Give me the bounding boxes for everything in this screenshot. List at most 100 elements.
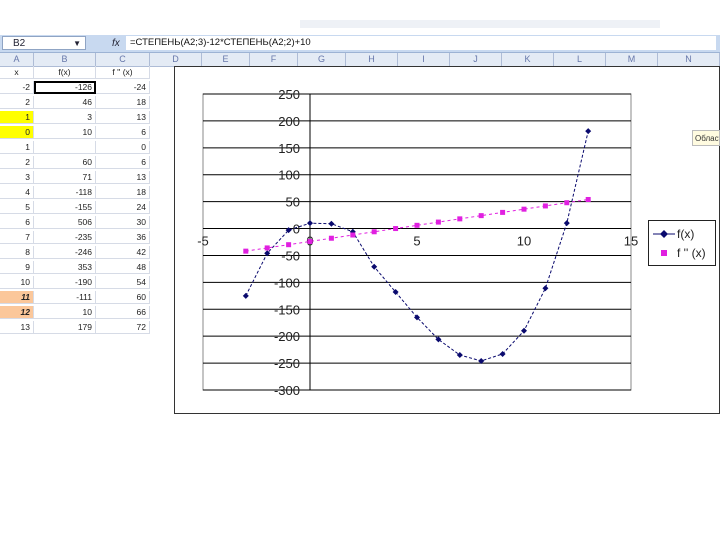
- table-cell[interactable]: 8: [0, 246, 34, 259]
- legend-item-f: f(x): [653, 226, 694, 242]
- table-cell[interactable]: 11: [0, 291, 34, 304]
- column-header-g[interactable]: G: [298, 53, 346, 66]
- table-cell[interactable]: 13: [96, 111, 150, 124]
- column-headers: ABCDEFGHIJKLMN: [0, 53, 720, 67]
- y-tick-label: -300: [274, 383, 300, 398]
- formula-bar: B2 ▼ fx =СТЕПЕНЬ(A2;3)-12*СТЕПЕНЬ(A2;2)+…: [0, 35, 720, 53]
- series-fpp-point: [542, 203, 548, 209]
- series-fpp-point: [500, 209, 506, 215]
- column-header-c[interactable]: C: [96, 53, 150, 66]
- column-header-f[interactable]: F: [250, 53, 298, 66]
- table-cell[interactable]: 18: [96, 96, 150, 109]
- table-cell[interactable]: 7: [0, 231, 34, 244]
- table-cell[interactable]: 2: [0, 156, 34, 169]
- column-header-j[interactable]: J: [450, 53, 502, 66]
- table-cell[interactable]: 60: [34, 156, 96, 169]
- table-cell[interactable]: 24: [96, 201, 150, 214]
- table-cell[interactable]: -2: [0, 81, 34, 94]
- table-cell[interactable]: 2: [0, 96, 34, 109]
- table-cell[interactable]: 4: [0, 186, 34, 199]
- table-cell[interactable]: 66: [96, 306, 150, 319]
- series-fpp-point: [585, 196, 591, 202]
- table-cell[interactable]: -111: [34, 291, 96, 304]
- formula-input[interactable]: =СТЕПЕНЬ(A2;3)-12*СТЕПЕНЬ(A2;2)+10: [126, 36, 716, 50]
- table-cell[interactable]: -235: [34, 231, 96, 244]
- fx-icon[interactable]: fx: [112, 36, 120, 51]
- toolbar-ghost: [300, 20, 660, 28]
- table-cell[interactable]: 48: [96, 261, 150, 274]
- column-header-d[interactable]: D: [150, 53, 202, 66]
- table-cell[interactable]: 0: [0, 126, 34, 139]
- series-fpp-point: [414, 222, 420, 228]
- series-fpp-point: [350, 232, 356, 238]
- table-cell[interactable]: 0: [96, 141, 150, 154]
- table-cell[interactable]: 9: [0, 261, 34, 274]
- table-cell[interactable]: 353: [34, 261, 96, 274]
- table-cell[interactable]: 54: [96, 276, 150, 289]
- table-cell[interactable]: 5: [0, 201, 34, 214]
- table-cell[interactable]: 12: [0, 306, 34, 319]
- chart-area[interactable]: 250 200 150 100 50 0 -50 -100 -150 -200 -250 -300 -5…: [174, 66, 720, 414]
- series-fpp-point: [264, 245, 270, 251]
- y-tick-label: 50: [286, 195, 300, 210]
- table-cell[interactable]: -246: [34, 246, 96, 259]
- table-cell[interactable]: 13: [96, 171, 150, 184]
- table-cell[interactable]: 1: [0, 141, 34, 154]
- column-header-k[interactable]: K: [502, 53, 554, 66]
- series-fpp-point: [393, 226, 399, 232]
- chevron-down-icon[interactable]: ▼: [73, 37, 81, 51]
- table-cell[interactable]: 46: [34, 96, 96, 109]
- table-cell[interactable]: 3: [34, 111, 96, 124]
- header-cell[interactable]: f(x): [34, 66, 96, 79]
- column-header-a[interactable]: A: [0, 53, 34, 66]
- series-fpp-point: [371, 229, 377, 235]
- table-cell[interactable]: 42: [96, 246, 150, 259]
- column-header-l[interactable]: L: [554, 53, 606, 66]
- table-cell[interactable]: 506: [34, 216, 96, 229]
- series-fpp-point: [307, 238, 313, 244]
- series-fpp-point: [564, 200, 570, 206]
- legend-label-fpp: f '' (x): [677, 246, 706, 260]
- series-fpp-point: [243, 248, 249, 254]
- table-cell[interactable]: [34, 141, 96, 154]
- table-cell[interactable]: 10: [34, 126, 96, 139]
- column-header-h[interactable]: H: [346, 53, 398, 66]
- series-fpp-point: [328, 235, 334, 241]
- table-cell[interactable]: -24: [96, 81, 150, 94]
- column-header-b[interactable]: B: [34, 53, 96, 66]
- x-tick-label: 5: [413, 234, 420, 249]
- legend-marker-square-icon: [661, 250, 667, 256]
- header-cell[interactable]: f '' (x): [96, 66, 150, 79]
- table-cell[interactable]: 6: [0, 216, 34, 229]
- column-header-i[interactable]: I: [398, 53, 450, 66]
- table-cell[interactable]: 6: [96, 126, 150, 139]
- y-tick-label: -200: [274, 329, 300, 344]
- series-fpp-point: [286, 242, 292, 248]
- table-cell[interactable]: -126: [34, 81, 96, 94]
- table-cell[interactable]: 72: [96, 321, 150, 334]
- table-cell[interactable]: -118: [34, 186, 96, 199]
- y-tick-label: -50: [281, 248, 300, 263]
- series-fpp-point: [478, 213, 484, 219]
- column-header-m[interactable]: M: [606, 53, 658, 66]
- table-cell[interactable]: 179: [34, 321, 96, 334]
- table-cell[interactable]: 6: [96, 156, 150, 169]
- table-cell[interactable]: 13: [0, 321, 34, 334]
- table-cell[interactable]: -155: [34, 201, 96, 214]
- table-cell[interactable]: 71: [34, 171, 96, 184]
- table-cell[interactable]: -190: [34, 276, 96, 289]
- x-tick-label: 15: [624, 234, 638, 249]
- table-cell[interactable]: 18: [96, 186, 150, 199]
- table-cell[interactable]: 10: [0, 276, 34, 289]
- table-cell[interactable]: 10: [34, 306, 96, 319]
- table-cell[interactable]: 3: [0, 171, 34, 184]
- column-header-n[interactable]: N: [658, 53, 720, 66]
- table-cell[interactable]: 30: [96, 216, 150, 229]
- header-cell[interactable]: x: [0, 66, 34, 79]
- column-header-e[interactable]: E: [202, 53, 250, 66]
- table-cell[interactable]: 36: [96, 231, 150, 244]
- y-tick-label: 150: [278, 141, 300, 156]
- name-box[interactable]: B2 ▼: [2, 36, 86, 50]
- table-cell[interactable]: 1: [0, 111, 34, 124]
- table-cell[interactable]: 60: [96, 291, 150, 304]
